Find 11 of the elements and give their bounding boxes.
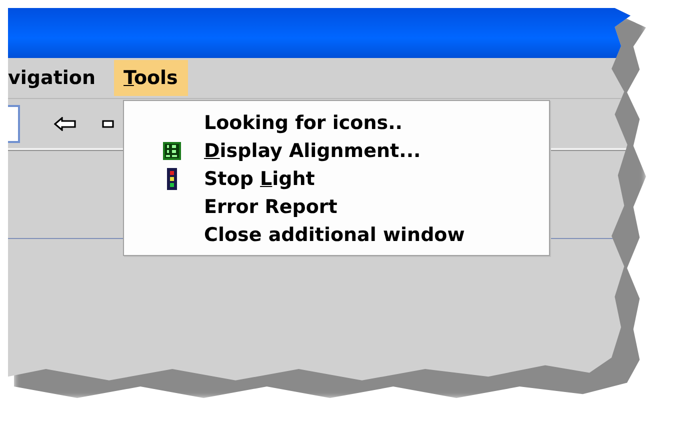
menu-item[interactable]: Tools <box>114 60 188 96</box>
menu-item[interactable]: Display Alignment... <box>204 139 421 163</box>
input-field[interactable] <box>8 104 20 142</box>
traffic-light-icon <box>167 168 177 190</box>
menu-item[interactable]: vigation <box>8 60 104 96</box>
menu-item[interactable]: Error Report <box>204 195 338 219</box>
menu-item[interactable]: Close additional window <box>204 223 465 247</box>
menu-item[interactable]: Stop Light <box>204 167 315 191</box>
display-alignment-icon <box>163 142 181 160</box>
back-arrow-icon[interactable] <box>54 116 76 130</box>
menu-item[interactable]: Looking for icons.. <box>204 111 403 135</box>
